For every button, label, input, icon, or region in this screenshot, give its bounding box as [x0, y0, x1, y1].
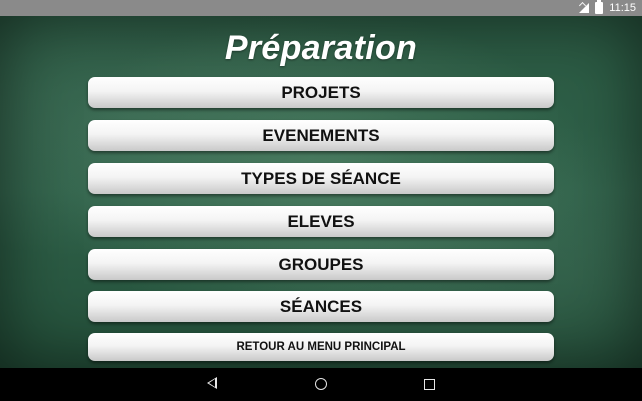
signal-icon [579, 3, 590, 13]
status-bar: 11:15 [0, 0, 642, 16]
seances-button[interactable]: SÉANCES [88, 291, 554, 322]
status-time: 11:15 [609, 2, 636, 14]
projets-button[interactable]: PROJETS [88, 77, 554, 108]
types-de-seance-button[interactable]: TYPES DE SÉANCE [88, 163, 554, 194]
battery-icon [595, 0, 604, 14]
eleves-button[interactable]: ELEVES [88, 206, 554, 237]
page-title: Préparation [224, 29, 418, 67]
status-icons: 11:15 [579, 0, 636, 16]
groupes-button[interactable]: GROUPES [88, 249, 554, 280]
recents-icon[interactable] [424, 379, 435, 390]
evenements-button[interactable]: EVENEMENTS [88, 120, 554, 151]
back-icon[interactable] [207, 377, 217, 389]
home-icon[interactable] [315, 378, 327, 390]
navigation-bar [0, 368, 642, 401]
retour-menu-principal-button[interactable]: RETOUR AU MENU PRINCIPAL [88, 333, 554, 361]
